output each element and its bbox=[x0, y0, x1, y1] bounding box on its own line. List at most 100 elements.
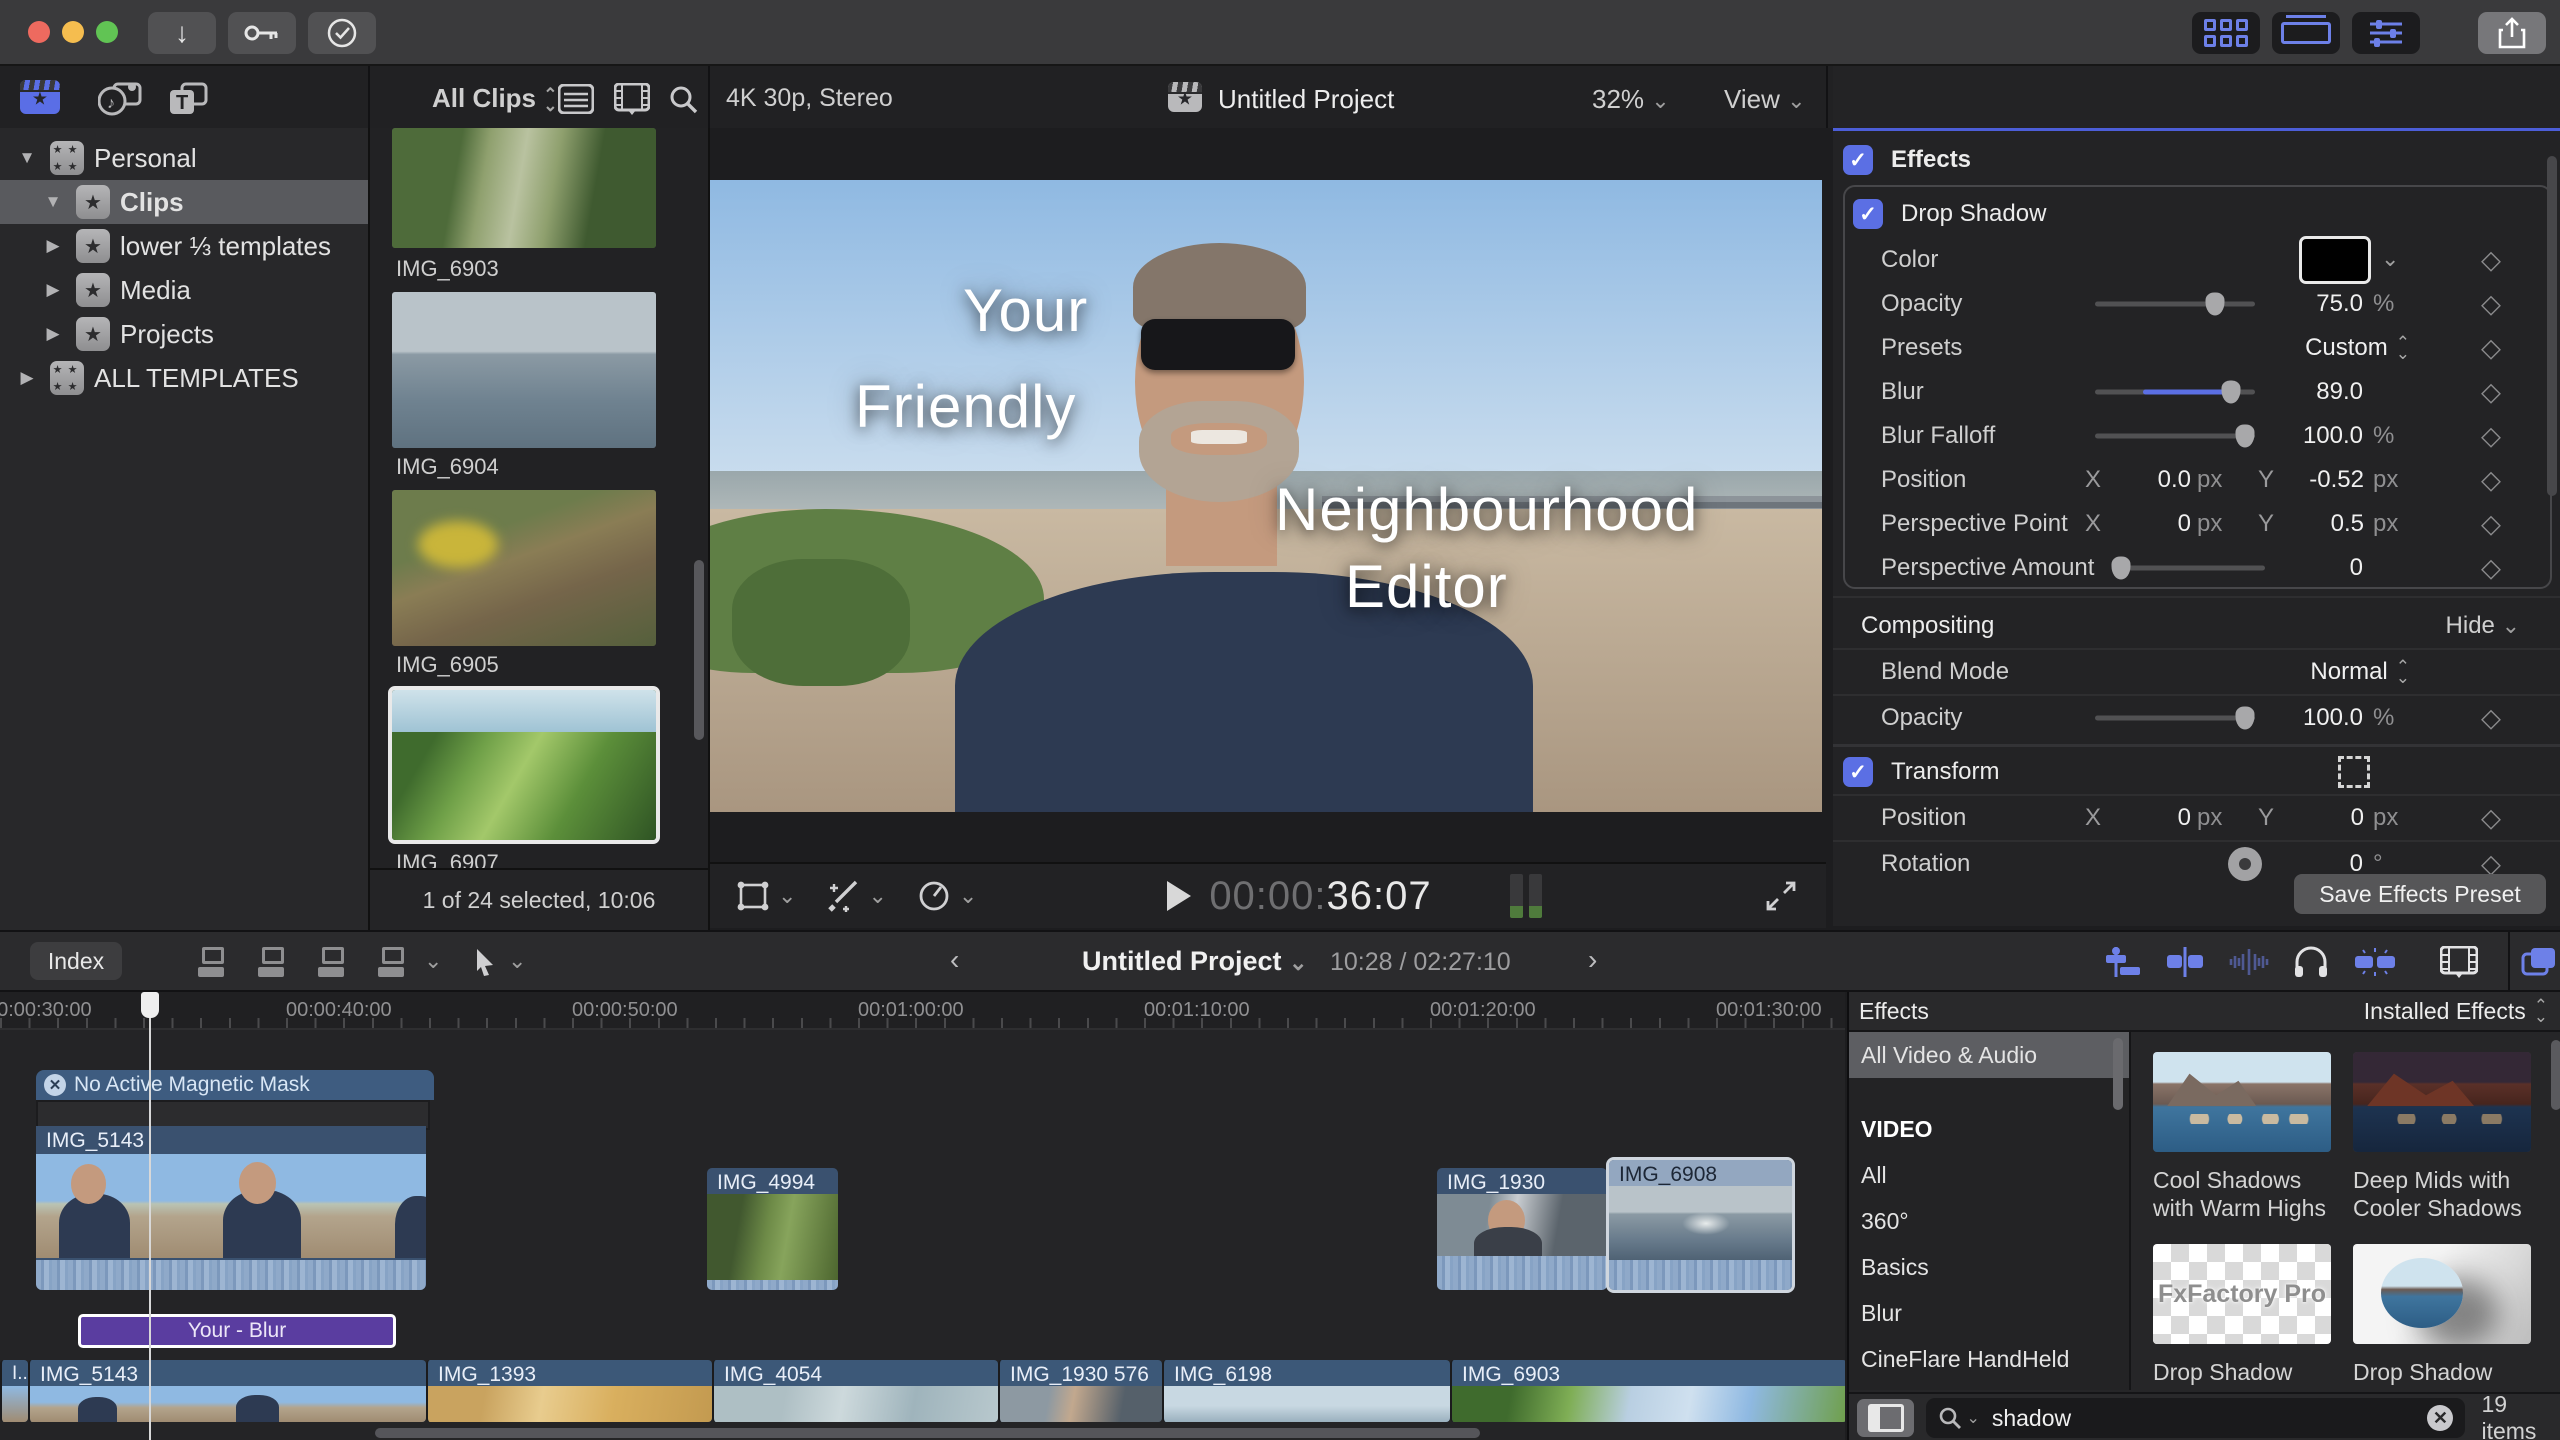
timeline-bottom-clip-img-1393[interactable]: IMG_1393 bbox=[426, 1360, 712, 1422]
keyframe-diamond-icon[interactable]: ◇ bbox=[2481, 289, 2501, 320]
timeline-bottom-clip-img-5143[interactable]: IMG_5143 bbox=[28, 1360, 426, 1422]
timeline-bottom-clip-cut[interactable]: I... bbox=[0, 1360, 28, 1422]
effect-drop-shadow-thumbnail[interactable] bbox=[2353, 1244, 2531, 1344]
next-project-button[interactable]: › bbox=[1588, 944, 1597, 976]
tool-select-button[interactable] bbox=[462, 944, 508, 980]
chevron-down-icon[interactable]: ⌄ bbox=[508, 948, 526, 974]
category-basics[interactable]: Basics bbox=[1849, 1244, 2129, 1290]
perspective-point-x-value[interactable]: 0 bbox=[2103, 510, 2191, 538]
sidebar-item-lower-third-templates[interactable]: ▶ ★ lower ⅓ templates bbox=[0, 224, 368, 268]
disclosure-closed-icon[interactable]: ▶ bbox=[40, 324, 66, 344]
browser-clip-img-6903[interactable] bbox=[392, 128, 656, 248]
effects-checkbox[interactable]: ✓ bbox=[1843, 145, 1873, 175]
fullscreen-icon[interactable] bbox=[1766, 881, 1796, 911]
audio-fade-button[interactable] bbox=[2352, 944, 2398, 980]
transform-y-value[interactable]: 0 bbox=[2276, 804, 2364, 832]
position-x-value[interactable]: 0.0 bbox=[2103, 466, 2191, 494]
disclosure-closed-icon[interactable]: ▶ bbox=[40, 280, 66, 300]
perspective-amount-value[interactable]: 0 bbox=[2213, 554, 2363, 582]
index-button[interactable]: Index bbox=[30, 942, 122, 980]
sidebar-toggle-button[interactable] bbox=[1857, 1399, 1914, 1437]
drop-shadow-checkbox[interactable]: ✓ bbox=[1853, 199, 1883, 229]
browser-clip-img-6905[interactable] bbox=[392, 490, 656, 646]
sidebar-item-clips[interactable]: ▼ ★ Clips bbox=[0, 180, 368, 224]
search-button[interactable] bbox=[668, 84, 700, 123]
compositing-hide-button[interactable]: Hide ⌄ bbox=[2446, 612, 2520, 640]
sidebar-item-personal[interactable]: ▼ ★★★★ Personal bbox=[0, 136, 368, 180]
chevron-down-icon[interactable]: ⌄ bbox=[959, 883, 977, 909]
previous-project-button[interactable]: ‹ bbox=[950, 944, 959, 976]
keyframe-diamond-icon[interactable]: ◇ bbox=[2481, 333, 2501, 364]
disclosure-open-icon[interactable]: ▼ bbox=[14, 148, 40, 168]
close-circle-icon[interactable]: ✕ bbox=[44, 1074, 66, 1096]
sidebar-item-all-templates[interactable]: ▶ ★★★★ ALL TEMPLATES bbox=[0, 356, 368, 400]
viewer-view-dropdown[interactable]: View ⌄ bbox=[1724, 84, 1806, 115]
effect-deep-mids-thumbnail[interactable] bbox=[2353, 1052, 2531, 1152]
keyframe-diamond-icon[interactable]: ◇ bbox=[2481, 465, 2501, 496]
video-canvas[interactable]: Your Friendly Neighbourhood Editor bbox=[710, 180, 1822, 812]
clear-search-icon[interactable]: ✕ bbox=[2427, 1405, 2453, 1431]
effect-drop-shadow-fxfactory-thumbnail[interactable]: FxFactory Pro bbox=[2153, 1244, 2331, 1344]
share-button[interactable] bbox=[2478, 12, 2546, 54]
clip-filter-dropdown[interactable]: All Clips ⌃⌄ bbox=[432, 83, 558, 114]
search-input[interactable] bbox=[1990, 1404, 2414, 1433]
keyframe-diamond-icon[interactable]: ◇ bbox=[2481, 377, 2501, 408]
chevron-down-icon[interactable]: ⌄ bbox=[778, 883, 796, 909]
category-blur[interactable]: Blur bbox=[1849, 1290, 2129, 1336]
viewer-zoom-dropdown[interactable]: 32% ⌄ bbox=[1592, 84, 1670, 115]
chevron-down-icon[interactable]: ⌄ bbox=[2381, 246, 2399, 272]
insert-edit-button[interactable] bbox=[248, 944, 294, 980]
keyframe-diamond-icon[interactable]: ◇ bbox=[2481, 803, 2501, 834]
browser-clip-img-6904[interactable] bbox=[392, 292, 656, 448]
chevron-down-icon[interactable]: ⌄ bbox=[424, 948, 442, 974]
media-browser-button[interactable] bbox=[2436, 944, 2482, 980]
sidebar-item-media[interactable]: ▶ ★ Media bbox=[0, 268, 368, 312]
audio-meter-right[interactable] bbox=[1529, 874, 1542, 918]
retime-icon[interactable] bbox=[917, 880, 951, 912]
category-all-video-audio[interactable]: All Video & Audio bbox=[1849, 1032, 2129, 1078]
effect-cool-shadows-thumbnail[interactable] bbox=[2153, 1052, 2331, 1152]
magnetic-mask-banner[interactable]: ✕ No Active Magnetic Mask bbox=[36, 1070, 434, 1100]
keyframe-diamond-icon[interactable]: ◇ bbox=[2481, 421, 2501, 452]
overwrite-edit-button[interactable] bbox=[368, 944, 414, 980]
transform-x-value[interactable]: 0 bbox=[2103, 804, 2191, 832]
skimming-button[interactable] bbox=[2100, 944, 2146, 980]
audio-meter-left[interactable] bbox=[1510, 874, 1523, 918]
connect-edit-button[interactable] bbox=[188, 944, 234, 980]
timeline-clip-img-4994[interactable]: IMG_4994 bbox=[707, 1168, 838, 1290]
solo-button[interactable] bbox=[2288, 944, 2334, 980]
disclosure-open-icon[interactable]: ▼ bbox=[40, 192, 66, 212]
playhead[interactable] bbox=[149, 992, 151, 1440]
enhancements-wand-icon[interactable] bbox=[826, 880, 860, 912]
compositing-opacity-value[interactable]: 100.0 bbox=[2213, 704, 2363, 732]
snapping-button[interactable] bbox=[2162, 944, 2208, 980]
playhead-handle[interactable] bbox=[141, 992, 159, 1018]
timeline-horizontal-scrollbar[interactable] bbox=[375, 1428, 1480, 1438]
disclosure-closed-icon[interactable]: ▶ bbox=[40, 236, 66, 256]
installed-effects-dropdown[interactable]: Installed Effects ⌃⌄ bbox=[2364, 998, 2548, 1025]
presets-popup[interactable]: Custom ⌃⌄ bbox=[2305, 334, 2410, 362]
category-360[interactable]: 360° bbox=[1849, 1198, 2129, 1244]
timeline-ruler[interactable]: 00:00:30:00 00:00:40:00 00:00:50:00 00:0… bbox=[0, 992, 1845, 1030]
timeline-clip-img-6908-selected[interactable]: IMG_6908 bbox=[1609, 1160, 1792, 1290]
timeline-clip-img-5143[interactable]: IMG_5143 bbox=[36, 1126, 426, 1290]
zoom-window-button[interactable] bbox=[96, 21, 118, 43]
category-list-scrollbar[interactable] bbox=[2113, 1038, 2123, 1110]
append-edit-button[interactable] bbox=[308, 944, 354, 980]
transform-onscreen-icon[interactable] bbox=[2338, 756, 2370, 788]
list-view-button[interactable] bbox=[558, 84, 594, 121]
opacity-value[interactable]: 75.0 bbox=[2213, 290, 2363, 318]
timeline-bottom-clip-img-4054[interactable]: IMG_4054 bbox=[712, 1360, 998, 1422]
transitions-browser-button[interactable]: ⋈ bbox=[2520, 944, 2560, 980]
timeline-title-clip-your-blur[interactable]: Your - Blur bbox=[78, 1314, 396, 1348]
media-sidebar-tab[interactable] bbox=[20, 80, 60, 114]
keyframe-diamond-icon[interactable]: ◇ bbox=[2481, 703, 2501, 734]
keywords-button[interactable] bbox=[228, 12, 296, 54]
show-timeline-button[interactable] bbox=[2272, 12, 2340, 54]
show-browser-button[interactable] bbox=[2192, 12, 2260, 54]
keyframe-diamond-icon[interactable]: ◇ bbox=[2481, 509, 2501, 540]
save-effects-preset-button[interactable]: Save Effects Preset bbox=[2294, 874, 2546, 914]
browser-scrollbar[interactable] bbox=[694, 560, 704, 740]
timeline-project-dropdown[interactable]: Untitled Project ⌄ bbox=[1082, 946, 1307, 977]
chevron-down-icon[interactable]: ⌄ bbox=[868, 883, 886, 909]
